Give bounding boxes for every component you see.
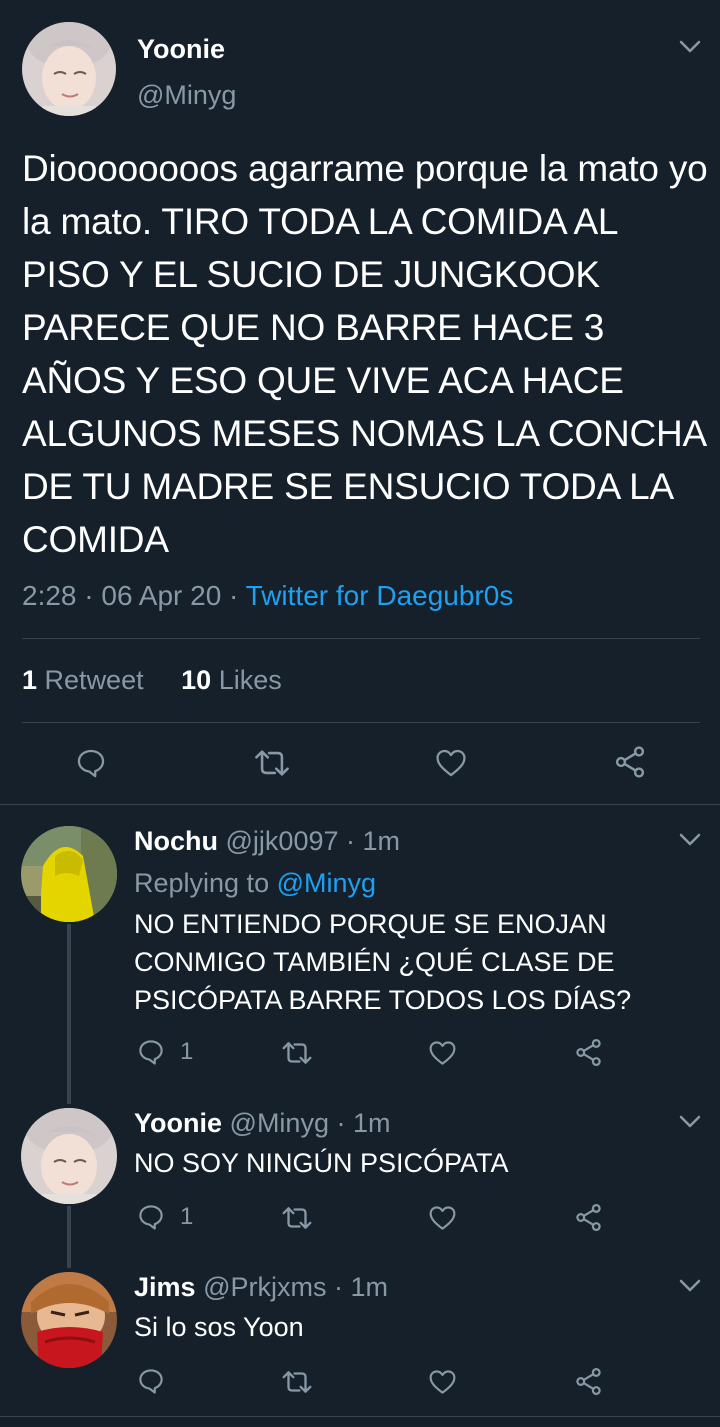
retweets-stat[interactable]: 1 Retweet: [22, 665, 144, 695]
chevron-down-icon[interactable]: [679, 833, 701, 847]
reply-icon[interactable]: [136, 1037, 166, 1067]
retweet-icon[interactable]: [280, 1203, 314, 1233]
tweet-source-link[interactable]: Twitter for Daegubr0s: [246, 580, 514, 611]
thread-line: [67, 1206, 71, 1268]
retweet-icon[interactable]: [280, 1367, 314, 1397]
reply-header: Nochu @jjk0097 · 1m: [134, 826, 400, 857]
reply-time: 1m: [353, 1108, 391, 1138]
reply-count: 1: [180, 1203, 194, 1230]
share-icon[interactable]: [612, 744, 648, 780]
author-name[interactable]: Yoonie: [137, 34, 225, 65]
likes-count: 10: [181, 665, 212, 695]
reply-text: NO SOY NINGÚN PSICÓPATA: [134, 1148, 509, 1178]
retweet-icon[interactable]: [280, 1038, 314, 1068]
like-icon[interactable]: [427, 1203, 458, 1233]
separator: ·: [333, 1272, 343, 1302]
chevron-down-icon[interactable]: [679, 40, 701, 54]
reply-text: Si lo sos Yoon: [134, 1312, 304, 1342]
divider: [22, 722, 700, 723]
chevron-down-icon[interactable]: [679, 1115, 701, 1129]
like-icon[interactable]: [427, 1038, 458, 1068]
replying-to: Replying to @Minyg: [134, 868, 376, 899]
reply-header: Yoonie @Minyg · 1m: [134, 1108, 391, 1139]
reply-time: 1m: [362, 826, 401, 856]
reply-icon[interactable]: [136, 1366, 166, 1396]
share-icon[interactable]: [573, 1202, 604, 1233]
avatar[interactable]: [21, 826, 117, 922]
tweet-time: 2:28: [22, 580, 77, 611]
author-name[interactable]: Yoonie: [134, 1108, 222, 1138]
reply-action[interactable]: 1: [136, 1202, 193, 1232]
reply-header: Jims @Prkjxms · 1m: [134, 1272, 388, 1303]
divider: [0, 1416, 720, 1417]
author-handle[interactable]: @Prkjxms: [203, 1272, 326, 1302]
reply-action[interactable]: 1: [136, 1037, 193, 1067]
thread-line: [67, 924, 71, 1104]
reply-icon[interactable]: [136, 1202, 166, 1232]
replying-to-link[interactable]: @Minyg: [277, 868, 376, 898]
like-icon[interactable]: [427, 1367, 458, 1397]
avatar[interactable]: [21, 1108, 117, 1204]
reply-text: NO ENTIENDO PORQUE SE ENOJAN CONMIGO TAM…: [134, 909, 632, 1015]
retweets-label: Retweet: [44, 665, 144, 695]
tweet-date: 06 Apr 20: [101, 580, 222, 611]
separator: ·: [229, 580, 239, 611]
like-icon[interactable]: [433, 746, 469, 780]
replying-label: Replying to: [134, 868, 270, 898]
author-name[interactable]: Nochu: [134, 826, 218, 856]
avatar[interactable]: [21, 1272, 117, 1368]
divider: [0, 804, 720, 805]
author-name[interactable]: Jims: [134, 1272, 196, 1302]
author-handle[interactable]: @jjk0097: [226, 826, 339, 856]
likes-stat[interactable]: 10 Likes: [181, 665, 282, 695]
separator: ·: [336, 1108, 346, 1138]
likes-label: Likes: [218, 665, 282, 695]
share-icon[interactable]: [573, 1037, 604, 1068]
tweet-text: Dioooooooos agarrame porque la mato yo l…: [22, 148, 708, 560]
reply-time: 1m: [350, 1272, 389, 1302]
share-icon[interactable]: [573, 1366, 604, 1397]
author-handle[interactable]: @Minyg: [230, 1108, 329, 1138]
tweet-meta: 2:28 · 06 Apr 20 · Twitter for Daegubr0s: [22, 580, 513, 612]
reply-count: 1: [180, 1038, 194, 1065]
reply-icon[interactable]: [74, 746, 108, 780]
retweets-count: 1: [22, 665, 38, 695]
divider: [22, 638, 700, 639]
tweet-stats: 1 Retweet 10 Likes: [22, 665, 282, 696]
avatar[interactable]: [22, 22, 116, 116]
author-handle[interactable]: @Minyg: [137, 80, 236, 111]
chevron-down-icon[interactable]: [679, 1279, 701, 1293]
retweet-icon[interactable]: [252, 746, 292, 780]
separator: ·: [346, 826, 356, 856]
separator: ·: [84, 580, 94, 611]
